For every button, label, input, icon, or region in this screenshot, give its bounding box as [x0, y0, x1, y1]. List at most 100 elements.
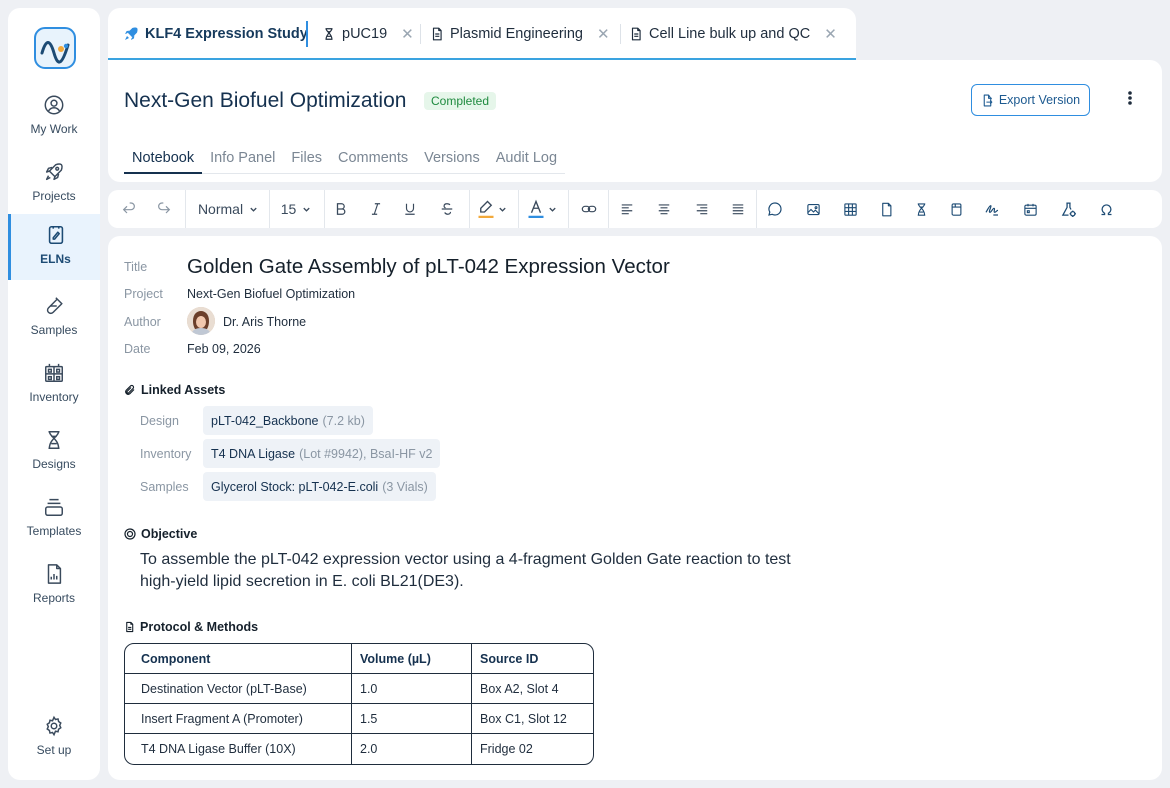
close-tab-icon[interactable]: ✕ [597, 25, 610, 43]
table-cell[interactable]: 1.5 [352, 704, 472, 734]
align-justify-button[interactable] [727, 190, 749, 228]
underline-button[interactable] [399, 190, 421, 228]
dna-icon [48, 431, 60, 449]
title-label: Title [124, 260, 148, 274]
protocol-table: Component Volume (µL) Source ID Destinat… [124, 643, 594, 765]
align-left-button[interactable] [616, 190, 638, 228]
asset-chip-design[interactable]: pLT-042_Backbone (7.2 kb) [203, 406, 373, 435]
dna-icon [325, 28, 333, 40]
strikethrough-icon [441, 203, 453, 215]
sidebar-item-samples[interactable]: Samples [8, 285, 100, 351]
link-icon [581, 205, 597, 213]
special-character-button[interactable] [1095, 190, 1117, 228]
target-icon [124, 528, 136, 540]
chevron-down-icon [549, 207, 556, 212]
asset-detail: (Lot #9942), BsaI-HF v2 [299, 446, 433, 461]
sidebar-item-label: Templates [26, 524, 82, 538]
link-button[interactable] [578, 190, 600, 228]
redo-button[interactable] [153, 190, 175, 228]
sidebar-item-inventory[interactable]: Inventory [8, 352, 100, 418]
table-cell[interactable]: Insert Fragment A (Promoter) [125, 704, 352, 734]
insert-image-button[interactable] [802, 190, 824, 228]
objective-text[interactable]: To assemble the pLT-042 expression vecto… [140, 549, 800, 593]
table-cell[interactable]: Destination Vector (pLT-Base) [125, 674, 352, 704]
sidebar-item-label: ELNs [40, 252, 71, 266]
sidebar-item-projects[interactable]: Projects [8, 151, 100, 217]
asset-chip-inventory[interactable]: T4 DNA Ligase (Lot #9942), BsaI-HF v2 [203, 439, 441, 468]
tab-label: KLF4 Expression Study [145, 26, 308, 42]
paperclip-icon [125, 384, 135, 395]
table-cell[interactable]: Fridge 02 [472, 734, 593, 764]
tab-cell-line-bulk-up[interactable]: Cell Line bulk up and QC ✕ [629, 22, 837, 46]
protocol-heading: Protocol & Methods [124, 620, 258, 634]
sidebar-item-elns[interactable]: ELNs [8, 214, 100, 280]
tab-info-panel[interactable]: Info Panel [202, 146, 283, 174]
entry-title[interactable]: Golden Gate Assembly of pLT-042 Expressi… [187, 255, 670, 279]
chevron-down-icon [303, 207, 310, 212]
asset-chip-samples[interactable]: Glycerol Stock: pLT-042-E.coli (3 Vials) [203, 472, 436, 501]
tab-klf4-expression-study[interactable]: KLF4 Expression Study [123, 22, 308, 46]
font-size-value: 15 [280, 201, 297, 217]
export-icon [983, 94, 993, 106]
align-right-button[interactable] [691, 190, 713, 228]
table-cell[interactable]: 1.0 [352, 674, 472, 704]
sidebar-item-designs[interactable]: Designs [8, 419, 100, 485]
text-style-select[interactable]: Normal [192, 190, 264, 228]
sidebar-item-templates[interactable]: Templates [8, 486, 100, 552]
sidebar-item-my-work[interactable]: My Work [8, 84, 100, 150]
sidebar: My Work Projects ELNs Samples Inventory … [8, 8, 100, 780]
table-cell[interactable]: Box C1, Slot 12 [472, 704, 593, 734]
table-cell[interactable]: Box A2, Slot 4 [472, 674, 593, 704]
tab-divider [420, 24, 421, 44]
insert-sample-button[interactable] [1057, 190, 1079, 228]
italic-button[interactable] [365, 190, 387, 228]
linked-assets-heading: Linked Assets [124, 383, 225, 397]
asset-name: Glycerol Stock: pLT-042-E.coli [211, 479, 379, 494]
column-header: Volume (µL) [352, 644, 472, 674]
tab-plasmid-engineering[interactable]: Plasmid Engineering ✕ [430, 22, 610, 46]
tab-puc19[interactable]: pUC19 ✕ [322, 22, 414, 46]
tab-audit-log[interactable]: Audit Log [488, 146, 565, 174]
asset-label-inventory: Inventory [140, 447, 192, 461]
toolbar-divider [568, 190, 569, 228]
bold-button[interactable] [330, 190, 352, 228]
insert-file-button[interactable] [875, 190, 897, 228]
toolbar-divider [469, 190, 470, 228]
close-tab-icon[interactable]: ✕ [401, 25, 414, 43]
tab-comments[interactable]: Comments [330, 146, 416, 174]
asset-detail: (3 Vials) [382, 479, 428, 494]
align-center-button[interactable] [653, 190, 675, 228]
export-version-label: Export Version [998, 93, 1081, 107]
image-icon [806, 203, 820, 215]
tab-notebook[interactable]: Notebook [124, 146, 203, 174]
undo-button[interactable] [118, 190, 140, 228]
table-cell[interactable]: 2.0 [352, 734, 472, 764]
notebook-subtabs: Notebook Info Panel Files Comments Versi… [124, 146, 566, 174]
toolbar-divider [608, 190, 609, 228]
highlight-color-button[interactable] [474, 190, 510, 228]
insert-inventory-button[interactable] [945, 190, 967, 228]
tab-label: Plasmid Engineering [450, 26, 583, 42]
export-version-button[interactable]: Export Version [971, 84, 1090, 116]
font-size-select[interactable]: 15 [276, 190, 316, 228]
app-logo[interactable] [34, 27, 76, 69]
more-options-icon[interactable] [1122, 90, 1138, 110]
sidebar-item-reports[interactable]: Reports [8, 553, 100, 619]
signature-icon [985, 205, 999, 216]
tab-files[interactable]: Files [283, 146, 330, 174]
templates-icon [45, 498, 63, 516]
insert-date-button[interactable] [1019, 190, 1041, 228]
insert-design-button[interactable] [910, 190, 932, 228]
tab-versions[interactable]: Versions [416, 146, 488, 174]
insert-signature-button[interactable] [981, 190, 1003, 228]
table-cell[interactable]: T4 DNA Ligase Buffer (10X) [125, 734, 352, 764]
sidebar-item-setup[interactable]: Set up [8, 705, 100, 771]
project-value: Next-Gen Biofuel Optimization [187, 287, 356, 301]
dna-icon [917, 202, 925, 216]
insert-table-button[interactable] [839, 190, 861, 228]
text-color-button[interactable] [524, 190, 560, 228]
close-tab-icon[interactable]: ✕ [824, 25, 837, 43]
comment-button[interactable] [764, 190, 786, 228]
strikethrough-button[interactable] [436, 190, 458, 228]
document-icon [432, 27, 442, 41]
